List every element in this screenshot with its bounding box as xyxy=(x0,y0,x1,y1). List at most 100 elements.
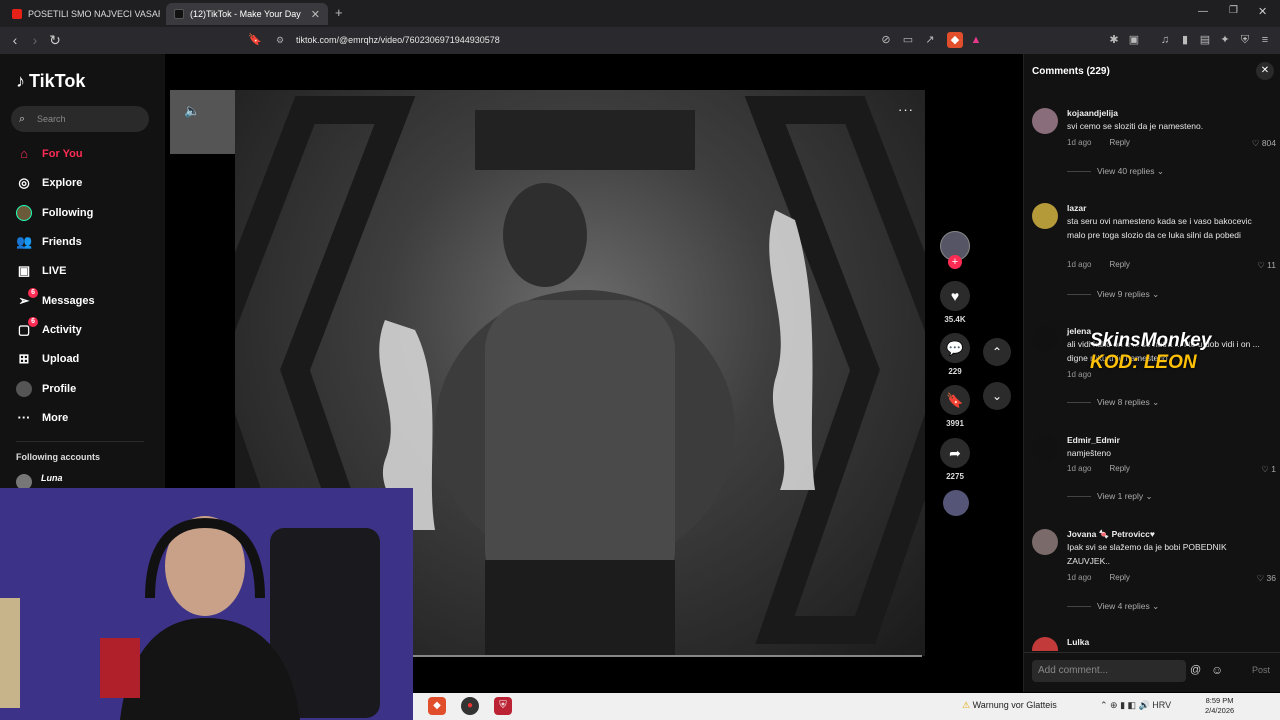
forward-icon[interactable]: › xyxy=(26,31,44,49)
sidebar-toggle-icon[interactable]: ▮ xyxy=(1177,32,1193,48)
minimize-icon[interactable]: — xyxy=(1198,6,1208,17)
reload-icon[interactable]: ↻ xyxy=(46,31,64,49)
commenter-avatar[interactable] xyxy=(1032,435,1058,461)
maximize-icon[interactable]: ❐ xyxy=(1229,5,1238,16)
view-replies-button[interactable]: View 8 replies ⌄ xyxy=(1067,397,1159,408)
nav-friends[interactable]: 👥 Friends xyxy=(16,231,156,253)
no-translate-icon[interactable]: ⊘ xyxy=(878,32,894,48)
commenter-avatar[interactable] xyxy=(1032,326,1058,352)
language-indicator[interactable]: HRV xyxy=(1152,700,1171,710)
commenter-name[interactable]: jelena xyxy=(1067,326,1091,336)
screenshot-icon[interactable]: ▣ xyxy=(1126,32,1142,48)
commenter-name[interactable]: kojaandjelija xyxy=(1067,108,1118,118)
close-tab-icon[interactable]: ✕ xyxy=(311,8,320,21)
commenter-name[interactable]: lazar xyxy=(1067,203,1086,213)
comment-meta: 1d ago Reply xyxy=(1067,260,1130,269)
reply-button[interactable]: Reply xyxy=(1109,260,1129,269)
back-icon[interactable]: ‹ xyxy=(6,31,24,49)
commenter-name[interactable]: Lulka xyxy=(1067,637,1089,647)
reply-button[interactable]: Reply xyxy=(1109,464,1129,473)
follow-plus-icon[interactable]: + xyxy=(948,255,962,269)
video-progress-bar[interactable] xyxy=(412,655,922,657)
previous-video-icon[interactable]: ⌃ xyxy=(983,338,1011,366)
extensions-icon[interactable]: ✱ xyxy=(1106,32,1122,48)
close-comments-icon[interactable]: ✕ xyxy=(1256,62,1274,80)
obs-taskbar-icon[interactable]: ● xyxy=(461,697,479,715)
leo-icon[interactable]: ✦ xyxy=(1217,32,1233,48)
view-replies-button[interactable]: View 1 reply ⌄ xyxy=(1067,491,1153,502)
reply-button[interactable]: Reply xyxy=(1109,138,1129,147)
nav-messages[interactable]: ➢ 6 Messages xyxy=(16,288,156,312)
commenter-avatar[interactable] xyxy=(1032,108,1058,134)
emoji-icon[interactable]: ☺ xyxy=(1211,663,1223,677)
view-replies-label: View 1 reply xyxy=(1097,491,1144,501)
commenter-avatar[interactable] xyxy=(1032,529,1058,555)
bookmark-save-icon[interactable]: 🔖 xyxy=(940,385,970,415)
following-accounts-heading: Following accounts xyxy=(16,452,101,462)
video-options-icon[interactable]: ··· xyxy=(898,102,914,117)
mention-icon[interactable]: @ xyxy=(1190,664,1201,676)
share-count: 2275 xyxy=(946,472,964,481)
comment-likes[interactable]: ♡ 804 xyxy=(1252,138,1276,149)
commenter-name[interactable]: Jovana 🍬 Petrovicc♥ xyxy=(1067,529,1155,540)
view-replies-button[interactable]: View 40 replies ⌄ xyxy=(1067,166,1164,177)
media-icon[interactable]: ♫ xyxy=(1157,32,1173,48)
nav-activity[interactable]: ▢ 6 Activity xyxy=(16,317,156,341)
save-action[interactable]: 🔖 3991 xyxy=(940,385,970,428)
share-action[interactable]: ➦ 2275 xyxy=(940,438,970,481)
tiktok-logo[interactable]: ♪ TikTok xyxy=(16,71,85,92)
add-comment-input[interactable]: Add comment... xyxy=(1032,660,1186,682)
taskbar-clock[interactable]: 8:59 PM 2/4/2026 xyxy=(1205,696,1234,716)
nav-live[interactable]: ▣ LIVE xyxy=(16,260,156,282)
nav-following[interactable]: Following xyxy=(16,202,156,224)
brave-shield-icon[interactable]: ◆ xyxy=(947,32,963,48)
close-window-icon[interactable]: ✕ xyxy=(1258,5,1267,18)
view-replies-button[interactable]: View 4 replies ⌄ xyxy=(1067,601,1159,612)
comment-icon[interactable]: 💬 xyxy=(940,333,970,363)
tab-tiktok[interactable]: (12)TikTok - Make Your Day ✕ xyxy=(166,3,328,25)
comment-likes[interactable]: ♡ 36 xyxy=(1257,573,1276,584)
tiktok-icon xyxy=(174,9,184,19)
nav-explore[interactable]: ◎ Explore xyxy=(16,172,156,194)
vpn-icon[interactable]: ⛨ xyxy=(1237,32,1253,48)
nav-label: Messages xyxy=(42,295,95,307)
tab-youtube[interactable]: POSETILI SMO NAJVECI VASAR! - Yo xyxy=(4,3,160,25)
nav-more[interactable]: ··· More xyxy=(16,407,156,429)
comment-count: 229 xyxy=(948,367,962,376)
share-arrow-icon[interactable]: ➦ xyxy=(940,438,970,468)
wallet-icon[interactable]: ▤ xyxy=(1197,32,1213,48)
comment-time: 1d ago xyxy=(1067,138,1092,147)
view-replies-button[interactable]: View 9 replies ⌄ xyxy=(1067,289,1159,300)
like-action[interactable]: ♥ 35.4K xyxy=(940,281,970,324)
account-name[interactable]: Luna xyxy=(41,473,63,483)
comment-meta: 1d ago Reply xyxy=(1067,138,1130,147)
cast-icon[interactable]: ▭ xyxy=(900,32,916,48)
comment-action[interactable]: 💬 229 xyxy=(940,333,970,376)
nav-profile[interactable]: Profile xyxy=(16,378,156,400)
site-settings-icon[interactable]: ⚙ xyxy=(276,31,284,50)
system-tray[interactable]: ⌃ ⊕ ▮ ◧ 🔊 HRV xyxy=(1100,700,1171,711)
commenter-avatar[interactable] xyxy=(1032,637,1058,651)
post-button[interactable]: Post xyxy=(1252,665,1270,675)
new-tab-button[interactable]: + xyxy=(335,5,343,20)
sound-avatar[interactable] xyxy=(943,490,969,516)
video-edge xyxy=(170,90,236,154)
heart-icon[interactable]: ♥ xyxy=(940,281,970,311)
share-icon[interactable]: ↗ xyxy=(922,32,938,48)
comment-likes[interactable]: ♡ 1 xyxy=(1261,464,1276,475)
menu-icon[interactable]: ≡ xyxy=(1257,32,1273,48)
nav-for-you[interactable]: ⌂ For You xyxy=(16,143,156,165)
weather-warning[interactable]: ⚠ Warnung vor Glatteis xyxy=(962,700,1057,711)
commenter-avatar[interactable] xyxy=(1032,203,1058,229)
next-video-icon[interactable]: ⌄ xyxy=(983,382,1011,410)
reply-button[interactable]: Reply xyxy=(1109,573,1129,582)
rewards-icon[interactable]: ▲ xyxy=(968,32,984,48)
app-taskbar-icon[interactable]: ⛨ xyxy=(494,697,512,715)
volume-icon[interactable]: 🔈 xyxy=(184,103,200,119)
search-input[interactable]: ⌕ Search xyxy=(11,106,149,132)
brave-taskbar-icon[interactable]: ◆ xyxy=(428,697,446,715)
bookmark-icon[interactable]: 🔖 xyxy=(248,33,262,46)
commenter-name[interactable]: Edmir_Edmir xyxy=(1067,435,1120,445)
comment-likes[interactable]: ♡ 11 xyxy=(1257,260,1276,271)
nav-upload[interactable]: ⊞ Upload xyxy=(16,348,156,370)
